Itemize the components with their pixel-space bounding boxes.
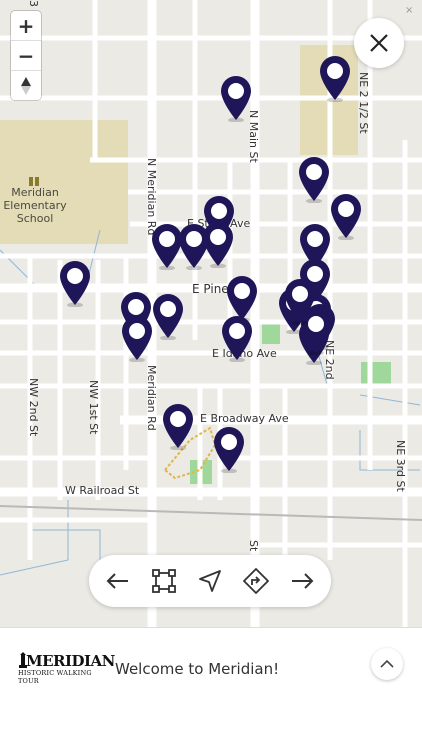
- map-pin-icon[interactable]: [201, 220, 235, 269]
- navigation-arrow-icon: [199, 570, 221, 592]
- previous-button[interactable]: [101, 564, 135, 598]
- map-toolbar: [89, 555, 331, 607]
- street-label: E Broadway Ave: [200, 412, 289, 425]
- attribution-close-icon[interactable]: ×: [405, 5, 413, 16]
- fit-bounds-icon: [152, 569, 176, 593]
- park: [361, 362, 391, 386]
- next-button[interactable]: [285, 564, 319, 598]
- map-pin-icon[interactable]: [318, 54, 352, 103]
- fit-bounds-button[interactable]: [147, 564, 181, 598]
- map-pin-icon[interactable]: [161, 402, 195, 451]
- street-label: NW 2nd St: [27, 378, 40, 437]
- info-panel: MERIDIAN HISTORIC WALKING TOUR Welcome t…: [0, 627, 422, 751]
- chevron-up-icon: [380, 659, 394, 668]
- arrow-right-icon: [292, 573, 314, 589]
- zoom-out-icon: −: [17, 43, 35, 68]
- map-pin-icon[interactable]: [283, 277, 317, 326]
- logo-subtitle: HISTORIC WALKING TOUR: [18, 669, 92, 685]
- street-label: St: [247, 540, 260, 552]
- map-view[interactable]: Meridian Elementary School N Main St N M…: [0, 0, 422, 627]
- street-label: W Railroad St: [65, 484, 140, 497]
- close-icon: [370, 34, 388, 52]
- zoom-out-button[interactable]: −: [11, 41, 41, 71]
- street-label: NE 2 1/2 St: [357, 72, 370, 134]
- map-pin-icon[interactable]: [212, 425, 246, 474]
- street-label: E Pine: [192, 282, 229, 296]
- map-pin-icon[interactable]: [120, 314, 154, 363]
- compass-button[interactable]: [11, 71, 41, 100]
- map-pin-icon[interactable]: [219, 74, 253, 123]
- directions-button[interactable]: [239, 564, 273, 598]
- street-label: Meridian Rd: [145, 365, 158, 431]
- meridian-logo: MERIDIAN HISTORIC WALKING TOUR: [18, 652, 115, 685]
- map-pin-icon[interactable]: [220, 314, 254, 363]
- school-area: [0, 120, 128, 244]
- directions-icon: [243, 568, 269, 594]
- map-pin-icon[interactable]: [58, 259, 92, 308]
- school-label: Meridian Elementary School: [3, 186, 67, 225]
- street-label: NW 1st St: [87, 380, 100, 435]
- close-button[interactable]: [354, 18, 404, 68]
- logo-title: MERIDIAN: [26, 652, 115, 670]
- locate-button[interactable]: [193, 564, 227, 598]
- compass-icon: [21, 76, 31, 95]
- welcome-text: Welcome to Meridian!: [115, 660, 280, 678]
- map-pin-icon[interactable]: [297, 155, 331, 204]
- arrow-left-icon: [106, 573, 128, 589]
- map-pin-icon[interactable]: [329, 192, 363, 241]
- school-icon: [28, 172, 40, 186]
- street-label: NE 3rd St: [394, 440, 407, 492]
- zoom-control: + −: [11, 11, 41, 100]
- map-pin-icon[interactable]: [151, 292, 185, 341]
- expand-panel-button[interactable]: [371, 648, 403, 680]
- zoom-in-icon: +: [17, 13, 35, 38]
- zoom-in-button[interactable]: +: [11, 11, 41, 41]
